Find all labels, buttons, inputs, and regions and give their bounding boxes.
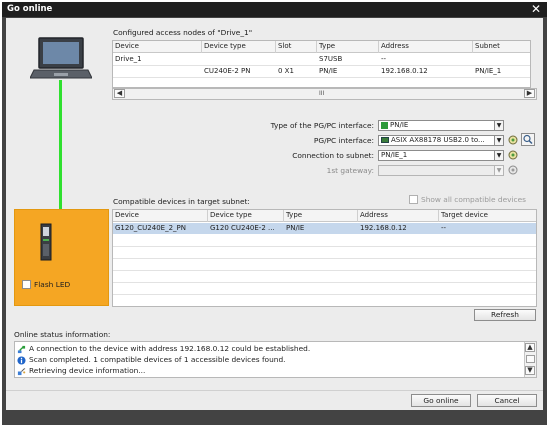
horizontal-scrollbar[interactable]: ◀ III ▶ xyxy=(112,88,537,100)
target-device-panel: Flash LED xyxy=(14,209,109,306)
chevron-down-icon[interactable]: ▼ xyxy=(494,166,503,175)
pgpc-interface-select[interactable]: ASIX AX88178 USB2.0 to... ▼ xyxy=(378,135,504,146)
column-header[interactable]: Device type xyxy=(202,41,276,53)
table-cell[interactable]: PN/IE xyxy=(284,223,358,234)
go-online-button[interactable]: Go online xyxy=(411,394,471,407)
interface-type-value: PN/IE xyxy=(390,121,409,129)
interface-type-select[interactable]: PN/IE ▼ xyxy=(378,120,504,131)
pg-pc-laptop-icon xyxy=(30,37,92,79)
gateway-select[interactable]: ▼ xyxy=(378,165,504,176)
column-header[interactable]: Type xyxy=(317,41,379,53)
status-info-label: Online status information: xyxy=(14,330,111,339)
configured-nodes-label: Configured access nodes of "Drive_1" xyxy=(113,28,253,37)
subnet-connection-label: Connection to subnet: xyxy=(292,151,374,160)
info-icon xyxy=(17,355,26,365)
go-online-label: Go online xyxy=(423,396,459,405)
retrieving-icon xyxy=(17,367,26,375)
status-text: A connection to the device with address … xyxy=(29,344,311,353)
diagnostics-icon[interactable] xyxy=(508,165,518,175)
table-cell[interactable]: Drive_1 xyxy=(113,54,202,65)
column-header[interactable]: Type xyxy=(284,210,358,222)
table-header: Device Device type Slot Type Address Sub… xyxy=(113,41,530,53)
list-item: Scan completed. 1 compatible devices of … xyxy=(17,354,285,365)
row-divider xyxy=(113,246,536,247)
row-divider xyxy=(113,282,536,283)
table-cell[interactable]: -- xyxy=(379,54,473,65)
cancel-button[interactable]: Cancel xyxy=(477,394,537,407)
gateway-label: 1st gateway: xyxy=(326,166,374,175)
column-header[interactable]: Device type xyxy=(208,210,284,222)
list-item: Retrieving device information... xyxy=(17,365,145,376)
cancel-label: Cancel xyxy=(494,396,520,405)
column-header[interactable]: Slot xyxy=(276,41,317,53)
scroll-thumb-grip[interactable]: III xyxy=(319,90,324,97)
table-cell[interactable]: S7USB xyxy=(317,54,379,65)
pnie-icon xyxy=(381,121,388,129)
status-text: Retrieving device information... xyxy=(29,366,146,375)
title-bar: Go online ✕ xyxy=(2,2,547,17)
subnet-connection-select[interactable]: PN/IE_1 ▼ xyxy=(378,150,504,161)
scroll-thumb[interactable] xyxy=(526,355,535,363)
pgpc-interface-label: PG/PC interface: xyxy=(313,136,374,145)
vertical-scrollbar[interactable]: ▲ ▼ xyxy=(524,342,536,377)
column-header[interactable]: Address xyxy=(379,41,473,53)
network-connect-icon xyxy=(17,345,26,353)
diagnostics-icon[interactable] xyxy=(508,150,518,160)
compatible-devices-table: Device Device type Type Address Target d… xyxy=(112,209,537,307)
scroll-left-button[interactable]: ◀ xyxy=(114,89,125,98)
table-cell[interactable]: G120_CU240E_2_PN xyxy=(113,223,208,234)
chevron-down-icon[interactable]: ▼ xyxy=(494,121,503,130)
table-cell[interactable]: CU240E-2 PN xyxy=(202,66,276,77)
chevron-down-icon[interactable]: ▼ xyxy=(494,136,503,145)
list-item: A connection to the device with address … xyxy=(17,343,310,354)
scroll-up-button[interactable]: ▲ xyxy=(525,343,535,352)
flash-led-checkbox[interactable] xyxy=(22,280,31,289)
row-divider xyxy=(113,77,530,78)
status-message-list: A connection to the device with address … xyxy=(14,341,537,378)
drive-device-icon xyxy=(40,223,52,261)
table-cell[interactable]: PN/IE_1 xyxy=(473,66,530,77)
magnifier-icon xyxy=(523,134,533,145)
column-header[interactable]: Device xyxy=(113,41,202,53)
column-header[interactable]: Target device xyxy=(439,210,536,222)
diagnostics-icon[interactable] xyxy=(508,135,518,145)
column-header[interactable]: Device xyxy=(113,210,208,222)
row-divider xyxy=(113,294,536,295)
table-header: Device Device type Type Address Target d… xyxy=(113,210,536,222)
table-cell[interactable]: 192.168.0.12 xyxy=(379,66,473,77)
connection-line xyxy=(59,80,62,211)
interface-type-label: Type of the PG/PC interface: xyxy=(270,121,374,130)
flash-led-label: Flash LED xyxy=(34,280,71,289)
show-all-label: Show all compatible devices xyxy=(421,195,526,204)
network-card-icon xyxy=(381,137,389,143)
refresh-button[interactable]: Refresh xyxy=(474,309,536,321)
column-header[interactable]: Address xyxy=(358,210,439,222)
row-divider xyxy=(113,258,536,259)
column-header[interactable]: Subnet xyxy=(473,41,530,53)
status-text: Scan completed. 1 compatible devices of … xyxy=(29,355,286,364)
scroll-down-button[interactable]: ▼ xyxy=(525,366,535,375)
show-all-checkbox[interactable] xyxy=(409,195,418,204)
configured-nodes-table: Device Device type Slot Type Address Sub… xyxy=(112,40,531,88)
dialog-title: Go online xyxy=(7,4,53,14)
refresh-label: Refresh xyxy=(491,310,519,319)
chevron-down-icon[interactable]: ▼ xyxy=(494,151,503,160)
table-cell[interactable]: G120 CU240E-2 ... xyxy=(208,223,284,234)
pgpc-interface-value: ASIX AX88178 USB2.0 to... xyxy=(391,136,485,144)
table-cell[interactable]: -- xyxy=(439,223,536,234)
scroll-right-button[interactable]: ▶ xyxy=(524,89,535,98)
subnet-connection-value: PN/IE_1 xyxy=(381,151,408,159)
close-icon[interactable]: ✕ xyxy=(529,2,543,17)
table-cell[interactable]: 192.168.0.12 xyxy=(358,223,439,234)
properties-button[interactable] xyxy=(521,133,535,146)
table-cell[interactable]: 0 X1 xyxy=(276,66,317,77)
compatible-devices-label: Compatible devices in target subnet: xyxy=(113,197,250,206)
table-cell[interactable]: PN/IE xyxy=(317,66,379,77)
row-divider xyxy=(113,270,536,271)
table-row-selected[interactable]: G120_CU240E_2_PN G120 CU240E-2 ... PN/IE… xyxy=(113,223,536,234)
